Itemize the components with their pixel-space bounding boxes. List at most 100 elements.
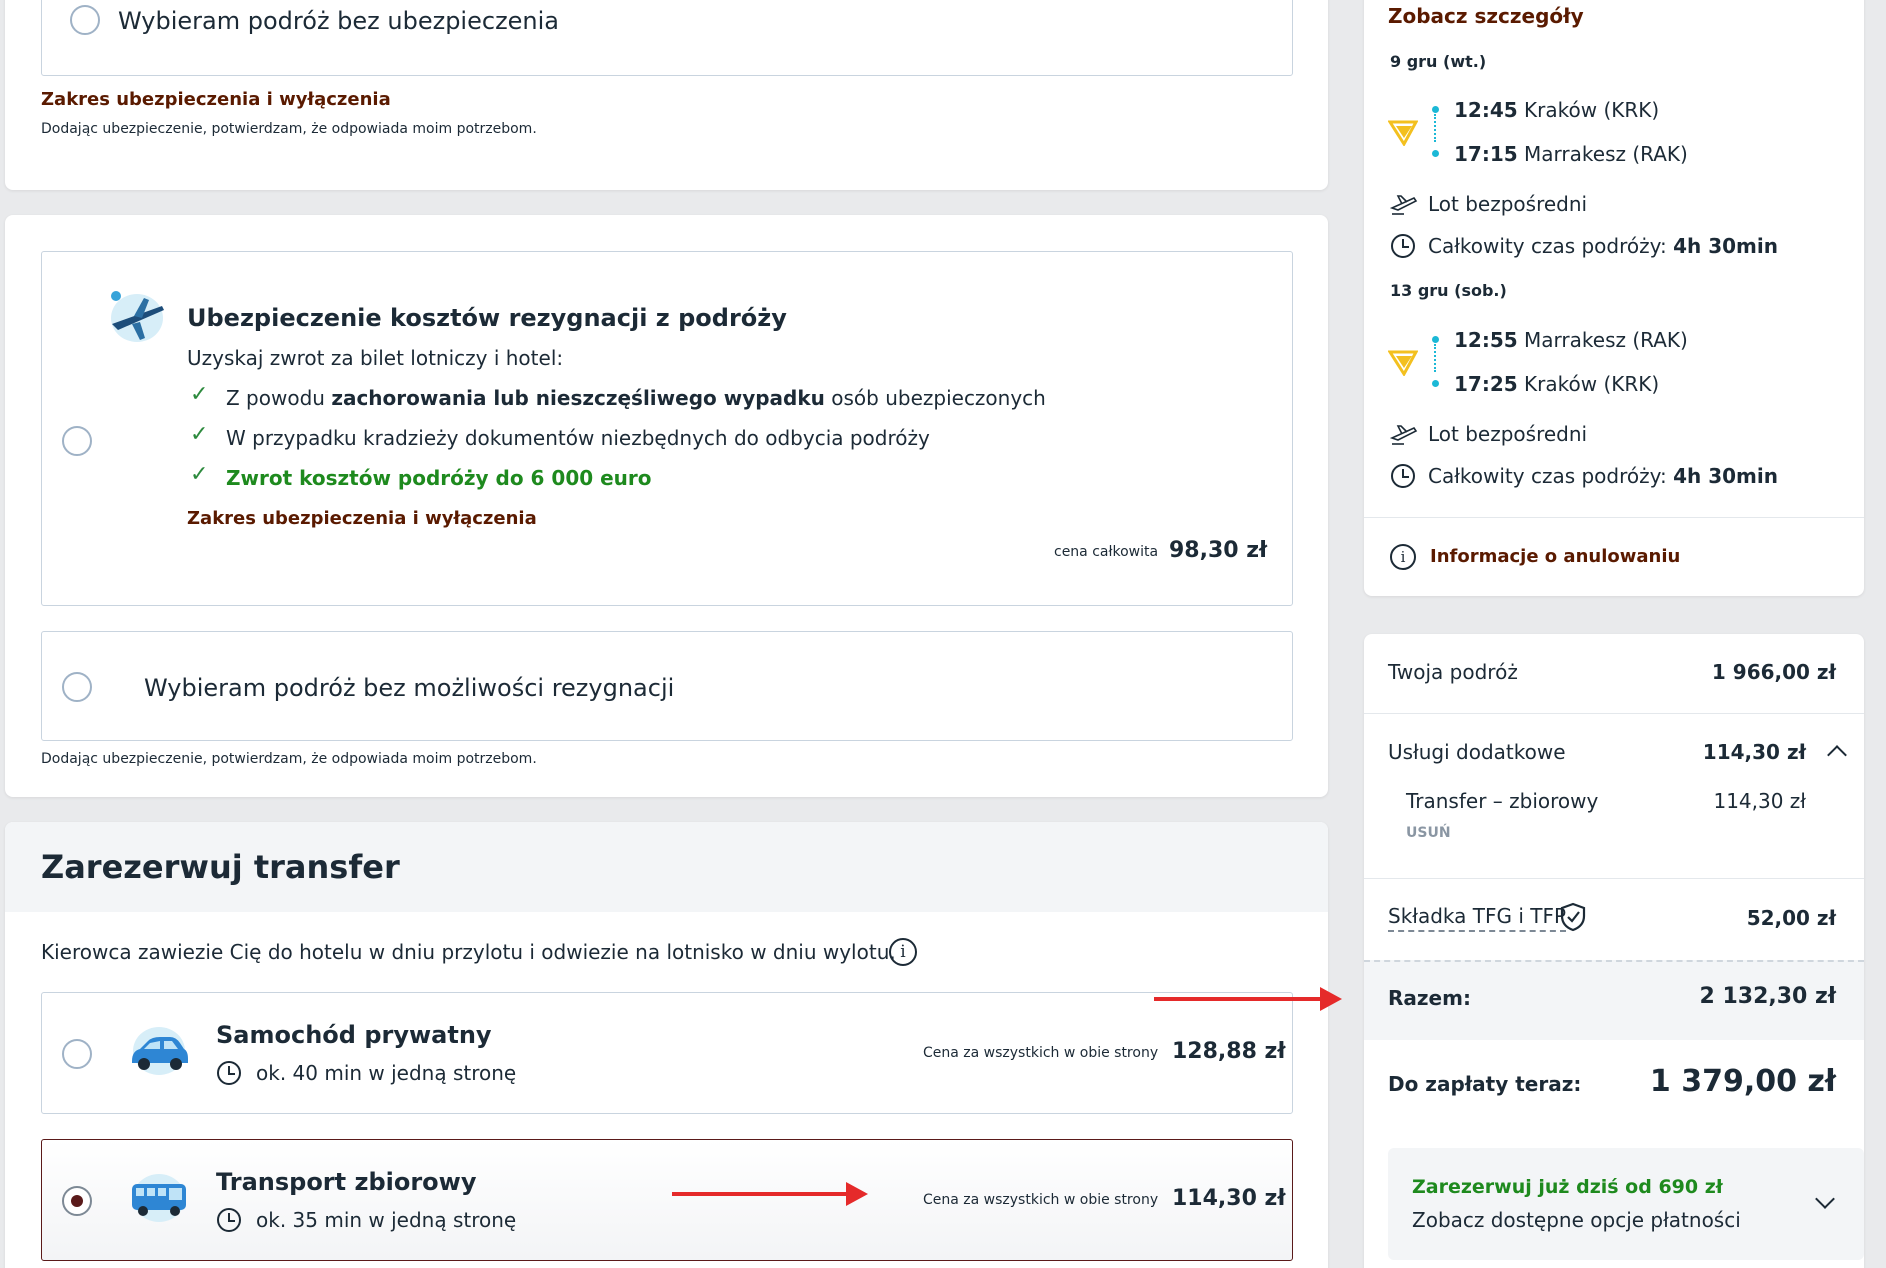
no-insurance-radio[interactable]: [70, 5, 100, 35]
pay-now-value: 1 379,00 zł: [1649, 1064, 1836, 1099]
private-car-name: Samochód prywatny: [216, 1021, 492, 1049]
no-cancellation-option[interactable]: Wybieram podróż bez możliwości rezygnacj…: [41, 631, 1293, 741]
total-label: Razem:: [1388, 986, 1471, 1010]
trip-label: Twoja podróż: [1388, 660, 1518, 684]
private-car-price: 128,88 zł: [1172, 1039, 1286, 1064]
promo-subtitle: Zobacz dostępne opcje płatności: [1412, 1208, 1741, 1232]
extra-item-value: 114,30 zł: [1713, 789, 1806, 813]
trip-value: 1 966,00 zł: [1711, 660, 1836, 684]
transfer-option-shared[interactable]: Transport zbiorowy ok. 35 min w jedną st…: [41, 1139, 1293, 1261]
chevron-up-icon[interactable]: [1827, 745, 1847, 765]
extras-value: 114,30 zł: [1702, 740, 1806, 764]
leg-2-duration-value: 4h 30min: [1673, 464, 1778, 488]
info-icon[interactable]: i: [889, 938, 917, 966]
leg-2-duration-label: Całkowity czas podróży:: [1428, 464, 1667, 488]
leg-1-date: 9 gru (wt.): [1390, 52, 1487, 71]
car-icon: [132, 1027, 188, 1075]
transfer-title: Zarezerwuj transfer: [41, 848, 400, 886]
bullet-1-pre: Z powodu: [226, 386, 332, 410]
transfer-header: Zarezerwuj transfer: [5, 822, 1328, 912]
shared-transport-name: Transport zbiorowy: [216, 1168, 477, 1196]
leg-1-arrival: 17:15 Marrakesz (RAK): [1454, 142, 1688, 166]
airline-logo-icon: [1388, 350, 1418, 376]
no-cancellation-radio[interactable]: [62, 672, 92, 702]
cancellation-title: Ubezpieczenie kosztów rezygnacji z podró…: [187, 304, 787, 332]
divider: [1364, 713, 1864, 714]
checkmark-icon: ✓: [190, 382, 209, 407]
clock-icon: [1391, 234, 1415, 258]
total-row: Razem: 2 132,30 zł: [1364, 960, 1864, 1040]
leg-1-arr-place: Marrakesz (RAK): [1524, 142, 1688, 166]
leg-1-dep-place: Kraków (KRK): [1524, 98, 1660, 122]
route-line: [1434, 114, 1436, 142]
cancellation-card: Ubezpieczenie kosztów rezygnacji z podró…: [5, 215, 1328, 797]
cancellation-subtitle: Uzyskaj zwrot za bilet lotniczy i hotel:: [187, 346, 564, 370]
extra-item-label: Transfer – zbiorowy: [1406, 789, 1599, 813]
cancellation-insurance-option[interactable]: Ubezpieczenie kosztów rezygnacji z podró…: [41, 251, 1293, 606]
cancellation-confirm-text: Dodając ubezpieczenie, potwierdzam, że o…: [41, 751, 537, 767]
price-summary-card: Twoja podróż 1 966,00 zł Usługi dodatkow…: [1364, 634, 1864, 1268]
leg-2-date: 13 gru (sob.): [1390, 281, 1507, 300]
annotation-arrow-total: [1154, 987, 1342, 1011]
leg-1-duration-value: 4h 30min: [1673, 234, 1778, 258]
promo-title: Zarezerwuj już dziś od 690 zł: [1412, 1176, 1723, 1198]
bullet-1-bold: zachorowania lub nieszczęśliwego wypadku: [331, 386, 825, 410]
cancellation-insurance-radio[interactable]: [62, 426, 92, 456]
private-car-price-label: Cena za wszystkich w obie strony: [923, 1045, 1159, 1061]
shared-transport-price-label: Cena za wszystkich w obie strony: [923, 1192, 1159, 1208]
leg-2-type: Lot bezpośredni: [1428, 422, 1588, 446]
leg-1-dep-time: 12:45: [1454, 98, 1518, 122]
info-icon: i: [1390, 544, 1416, 570]
plane-illustration-icon: [111, 291, 164, 342]
annotation-arrow-transfer: [672, 1182, 868, 1206]
leg-2-duration: Całkowity czas podróży: 4h 30min: [1428, 464, 1778, 488]
leg-1-duration-label: Całkowity czas podróży:: [1428, 234, 1667, 258]
clock-icon: [217, 1061, 241, 1085]
leg-1-duration: Całkowity czas podróży: 4h 30min: [1428, 234, 1778, 258]
no-insurance-option[interactable]: Wybieram podróż bez ubezpieczenia: [41, 0, 1293, 76]
clock-icon: [217, 1208, 241, 1232]
bullet-1-post: osób ubezpieczonych: [824, 386, 1046, 410]
no-insurance-label: Wybieram podróż bez ubezpieczenia: [118, 7, 560, 35]
shared-transport-radio[interactable]: [62, 1186, 92, 1216]
checkmark-icon: ✓: [190, 462, 209, 487]
total-value: 2 132,30 zł: [1699, 984, 1837, 1009]
cancellation-bullet-3: Zwrot kosztów podróży do 6 000 euro: [226, 466, 652, 490]
cancellation-bullet-1: Z powodu zachorowania lub nieszczęśliweg…: [226, 386, 1046, 410]
fee-label[interactable]: Składka TFG i TFP: [1388, 904, 1567, 932]
transfer-option-private-car[interactable]: Samochód prywatny ok. 40 min w jedną str…: [41, 992, 1293, 1114]
chevron-down-icon[interactable]: [1815, 1189, 1835, 1209]
bus-icon: [132, 1174, 186, 1222]
extras-label: Usługi dodatkowe: [1388, 740, 1566, 764]
fee-value: 52,00 zł: [1746, 906, 1836, 930]
leg-2-arr-time: 17:25: [1454, 372, 1518, 396]
airline-logo-icon: [1388, 120, 1418, 146]
insurance-scope-link[interactable]: Zakres ubezpieczenia i wyłączenia: [41, 89, 391, 110]
payment-options-panel[interactable]: Zarezerwuj już dziś od 690 zł Zobacz dos…: [1388, 1148, 1864, 1260]
arrival-dot: [1432, 380, 1439, 387]
no-cancellation-label: Wybieram podróż bez możliwości rezygnacj…: [144, 674, 675, 702]
shield-check-icon: [1560, 902, 1586, 932]
clock-icon: [1391, 464, 1415, 488]
insurance-confirm-text: Dodając ubezpieczenie, potwierdzam, że o…: [41, 121, 537, 137]
leg-2-departure: 12:55 Marrakesz (RAK): [1454, 328, 1688, 352]
leg-1-departure: 12:45 Kraków (KRK): [1454, 98, 1659, 122]
cancellation-scope-link[interactable]: Zakres ubezpieczenia i wyłączenia: [187, 508, 537, 529]
cancellation-price-label: cena całkowita: [1054, 544, 1159, 560]
direct-flight-icon: [1390, 195, 1418, 215]
details-link[interactable]: Zobacz szczegóły: [1388, 4, 1584, 28]
divider: [1364, 517, 1864, 518]
remove-link[interactable]: USUŃ: [1406, 825, 1451, 841]
leg-2-arr-place: Kraków (KRK): [1524, 372, 1660, 396]
departure-dot: [1432, 336, 1439, 343]
insurance-card: Wybieram podróż bez ubezpieczenia Zakres…: [5, 0, 1328, 190]
flight-details-card: Zobacz szczegóły 9 gru (wt.) 12:45 Krakó…: [1364, 0, 1864, 596]
transfer-card: Zarezerwuj transfer Kierowca zawiezie Ci…: [5, 822, 1328, 1268]
divider: [1364, 878, 1864, 879]
cancellation-info-link[interactable]: Informacje o anulowaniu: [1430, 546, 1680, 567]
leg-2-arrival: 17:25 Kraków (KRK): [1454, 372, 1659, 396]
private-car-radio[interactable]: [62, 1039, 92, 1069]
transfer-description: Kierowca zawiezie Cię do hotelu w dniu p…: [41, 940, 896, 964]
leg-2-dep-time: 12:55: [1454, 328, 1518, 352]
direct-flight-icon: [1390, 425, 1418, 445]
